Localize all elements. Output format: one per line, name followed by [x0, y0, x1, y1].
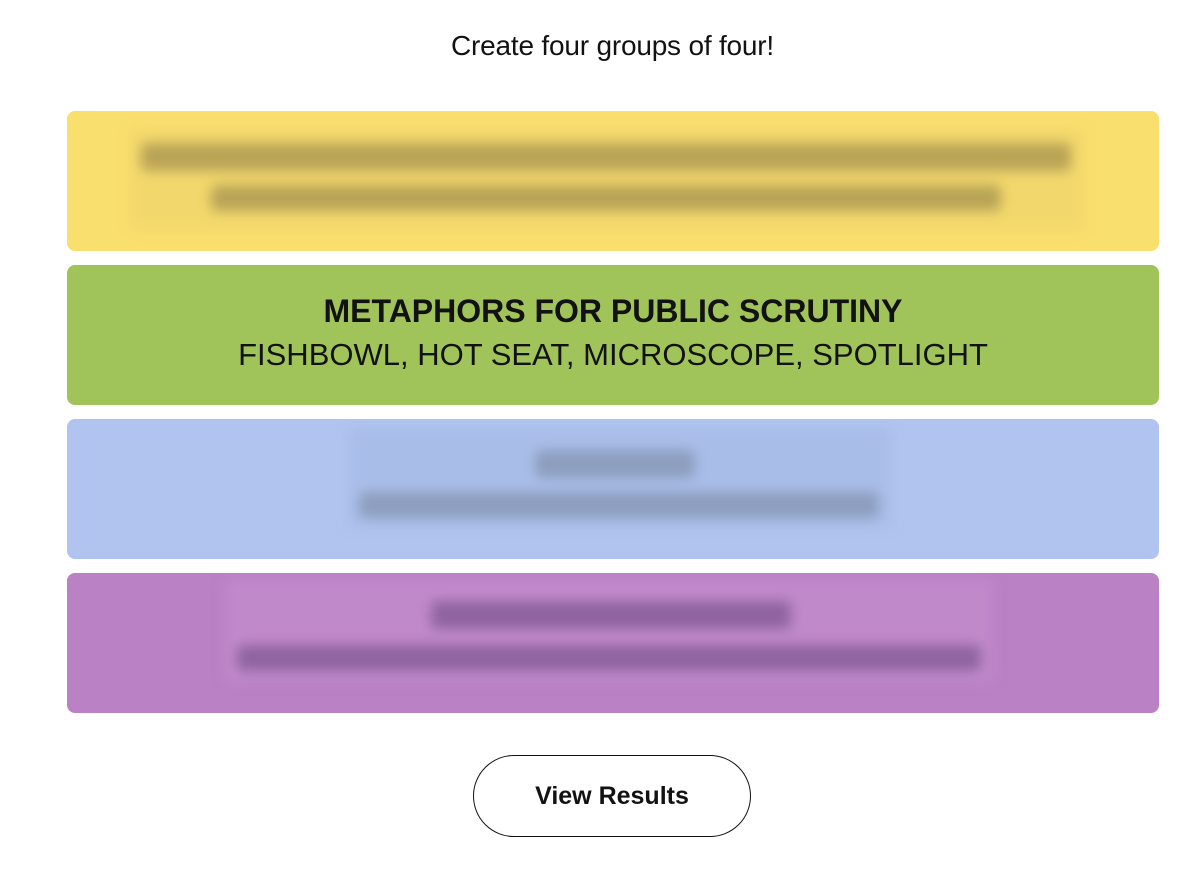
solved-group-purple: [67, 573, 1159, 713]
game-subtitle: Create four groups of four!: [451, 30, 774, 61]
solved-group-green: METAPHORS FOR PUBLIC SCRUTINY FISHBOWL, …: [67, 265, 1159, 405]
solved-group-blue: [67, 419, 1159, 559]
view-results-button[interactable]: View Results: [473, 755, 751, 837]
group-title: METAPHORS FOR PUBLIC SCRUTINY: [323, 293, 903, 329]
blurred-category-text: [131, 129, 1083, 229]
group-members: FISHBOWL, HOT SEAT, MICROSCOPE, SPOTLIGH…: [238, 337, 988, 372]
solved-group-yellow: [67, 111, 1159, 251]
blurred-category-text: [225, 579, 993, 681]
blurred-category-text: [349, 428, 891, 528]
